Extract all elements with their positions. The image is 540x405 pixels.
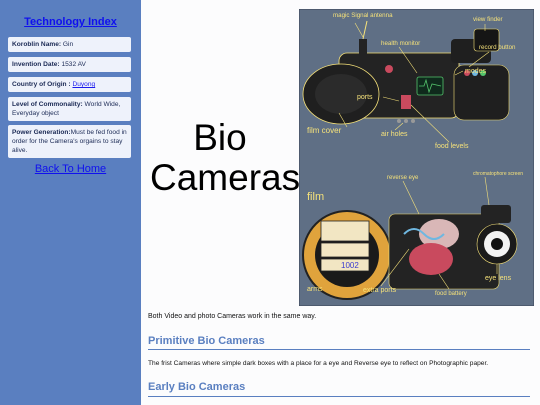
section-heading-early: Early Bio Cameras — [148, 381, 246, 393]
sidebar: Technology Index Koroblin Name: Gin Inve… — [0, 0, 141, 405]
label-air-holes: air holes — [381, 131, 408, 138]
page-title: Bio Cameras — [150, 117, 301, 198]
label-food-levels: food levels — [435, 143, 469, 150]
name-value: Gin — [61, 41, 74, 48]
info-box-origin: Country of Origin : Duyong — [8, 77, 131, 92]
section-heading-primitive: Primitive Bio Cameras — [148, 335, 265, 347]
label-reverse-eye: reverse eye — [387, 175, 419, 181]
label-film-cover: film cover — [307, 126, 342, 135]
film-counter: 1002 — [341, 261, 359, 270]
label-chromatophore: chromatophore screen — [473, 171, 523, 177]
section-text-primitive: The frist Cameras where simple dark boxe… — [148, 360, 489, 367]
origin-label: Country of Origin : — [12, 81, 71, 88]
info-box-name: Koroblin Name: Gin — [8, 37, 131, 52]
label-ports: ports — [357, 94, 373, 101]
photo-camera-illustration: 1002 — [302, 205, 518, 300]
label-modes: modes — [465, 68, 487, 75]
sidebar-title-link[interactable]: Technology Index — [0, 16, 141, 28]
info-box-power: Power Generation:Must be fed food in ord… — [8, 125, 131, 158]
back-to-home-link[interactable]: Back To Home — [0, 163, 141, 175]
label-health-monitor: health monitor — [381, 40, 420, 47]
label-antenna: magic Signal antenna — [333, 12, 393, 19]
section-divider — [148, 396, 530, 397]
origin-link[interactable]: Duyong — [72, 81, 95, 88]
name-label: Koroblin Name: — [12, 41, 62, 48]
info-box-date: Invention Date: 1532 AV — [8, 57, 131, 72]
bio-camera-diagram: 1002 magic Signal antenna view finder he… — [299, 9, 534, 306]
label-record-button: record button — [479, 44, 516, 51]
date-value: 1532 AV — [59, 61, 86, 68]
power-label: Power Generation: — [12, 129, 71, 136]
intro-text: Both Video and photo Cameras work in the… — [148, 313, 317, 320]
label-arms: arms — [307, 286, 323, 293]
label-viewfinder: view finder — [473, 16, 503, 23]
label-extra-ports: extra ports — [363, 287, 397, 294]
info-box-commonality: Level of Commonality: World Wide, Everyd… — [8, 97, 131, 121]
label-food-battery: food battery — [435, 291, 467, 297]
label-eye-lens: eye lens — [485, 275, 512, 282]
section-divider — [148, 349, 530, 350]
label-film: film — [307, 191, 324, 203]
date-label: Invention Date: — [12, 61, 60, 68]
commonality-label: Level of Commonality: — [12, 101, 83, 108]
